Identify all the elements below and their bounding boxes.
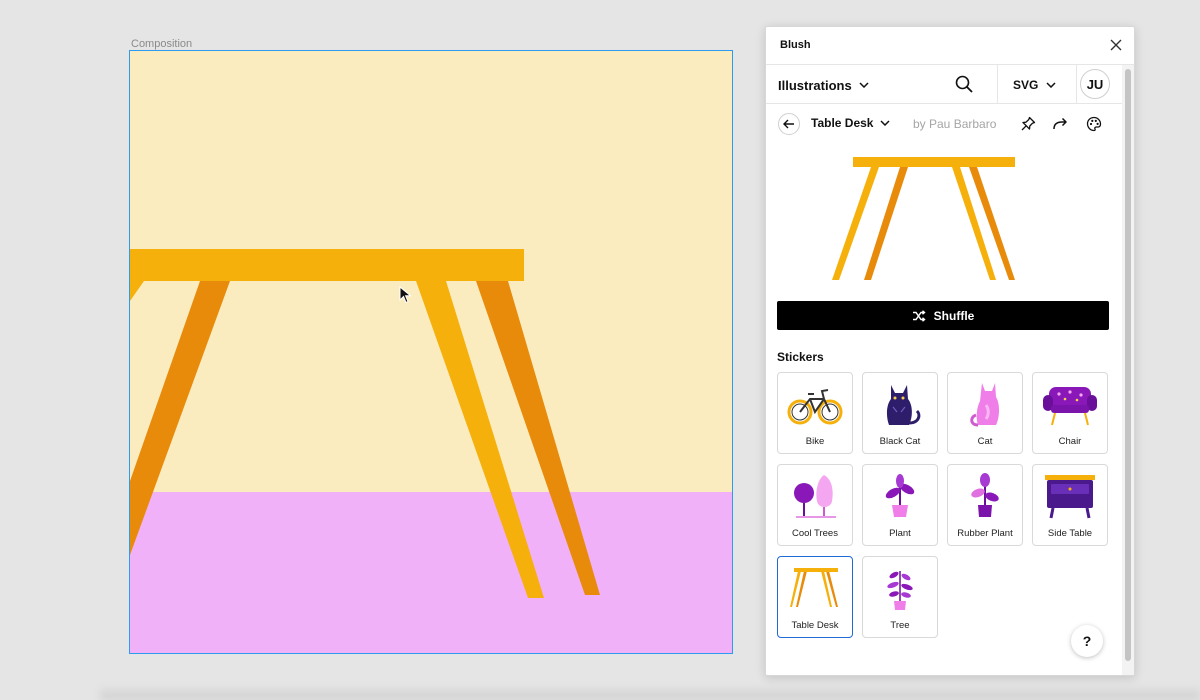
sticker-chair[interactable]: Chair (1032, 372, 1108, 454)
panel-title: Blush (780, 39, 811, 51)
sticker-grid: Bike Black Cat Cat Chair Cool Trees Plan… (777, 372, 1111, 642)
mouse-cursor-icon (399, 286, 412, 304)
shuffle-icon (912, 309, 926, 322)
sticker-rubber-plant[interactable]: Rubber Plant (947, 464, 1023, 546)
plant-icon (885, 474, 915, 517)
bike-icon (787, 389, 843, 425)
preview-table-top (853, 157, 1015, 167)
scrollbar-thumb[interactable] (1125, 69, 1131, 661)
toolbar-divider (997, 65, 998, 103)
sticker-label: Cat (977, 436, 993, 447)
chair-icon (1043, 387, 1097, 426)
share-arrow-icon[interactable] (1052, 116, 1068, 132)
blush-plugin-panel: Blush Illustrations SVG JU Table Desk by… (765, 26, 1135, 676)
back-button[interactable] (778, 113, 800, 135)
illustration-header: Table Desk by Pau Barbaro (766, 107, 1122, 141)
sticker-side-table[interactable]: Side Table (1032, 464, 1108, 546)
palette-icon[interactable] (1086, 116, 1102, 132)
illustration-dropdown[interactable]: Table Desk (811, 116, 891, 130)
cool-trees-icon (794, 475, 836, 518)
panel-scrollbar[interactable] (1122, 65, 1134, 675)
sticker-label: Black Cat (879, 436, 921, 447)
sticker-label: Chair (1058, 436, 1082, 447)
sticker-label: Plant (889, 528, 911, 539)
sticker-table-desk[interactable]: Table Desk (777, 556, 853, 638)
arrow-left-icon (783, 119, 794, 129)
sticker-label: Table Desk (791, 620, 839, 631)
sticker-label: Side Table (1047, 528, 1093, 539)
help-button[interactable]: ? (1071, 625, 1103, 657)
illustration-preview (832, 157, 1015, 280)
sticker-cat[interactable]: Cat (947, 372, 1023, 454)
user-avatar[interactable]: JU (1080, 69, 1110, 99)
format-dropdown[interactable]: SVG (1013, 75, 1056, 95)
chevron-down-icon (1046, 82, 1056, 88)
toolbar-divider (1076, 65, 1077, 103)
stickers-heading: Stickers (777, 350, 824, 364)
sticker-label: Cool Trees (792, 528, 838, 539)
sticker-label: Bike (805, 436, 825, 447)
sticker-tree[interactable]: Tree (862, 556, 938, 638)
panel-titlebar[interactable]: Blush (766, 27, 1134, 65)
floor-background (130, 492, 732, 653)
sticker-black-cat[interactable]: Black Cat (862, 372, 938, 454)
author-link[interactable]: by Pau Barbaro (913, 117, 996, 131)
sticker-label: Tree (890, 620, 910, 631)
composition-illustration (130, 51, 732, 653)
tree-icon (887, 571, 913, 610)
shuffle-label: Shuffle (933, 308, 975, 323)
rubber-plant-icon (971, 473, 999, 517)
chevron-down-icon (880, 120, 891, 126)
close-icon[interactable] (1108, 37, 1124, 53)
side-table-icon (1045, 475, 1095, 519)
pin-icon[interactable] (1020, 116, 1036, 132)
category-label: Illustrations (778, 77, 852, 93)
sticker-bike[interactable]: Bike (777, 372, 853, 454)
table-desk-icon (790, 568, 838, 607)
shuffle-button[interactable]: Shuffle (777, 301, 1109, 330)
sticker-plant[interactable]: Plant (862, 464, 938, 546)
illustration-name: Table Desk (811, 116, 874, 130)
sticker-cool-trees[interactable]: Cool Trees (777, 464, 853, 546)
window-shadow (100, 685, 1200, 700)
chevron-down-icon (859, 82, 869, 88)
black-cat-icon (886, 385, 921, 425)
search-icon[interactable] (954, 74, 974, 94)
composition-frame[interactable] (129, 50, 733, 654)
cat-icon (970, 383, 999, 427)
frame-label[interactable]: Composition (131, 38, 192, 50)
format-label: SVG (1013, 78, 1039, 92)
table-top (130, 249, 524, 281)
panel-toolbar: Illustrations SVG JU (766, 65, 1122, 104)
sticker-label: Rubber Plant (957, 528, 1013, 539)
category-dropdown[interactable]: Illustrations (778, 75, 869, 95)
